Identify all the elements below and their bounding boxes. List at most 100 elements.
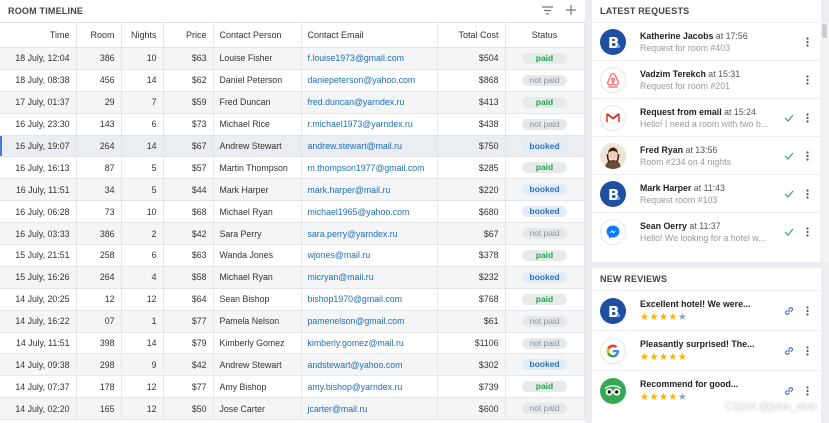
table-row[interactable]: 16 July, 19:07 264 14 $67 Andrew Stewart andr…: [0, 135, 585, 158]
cell-contact-email[interactable]: kimberly.gomez@mail.ru: [301, 332, 438, 355]
cell-contact-email[interactable]: f.louise1973@gmail.com: [301, 47, 438, 70]
table-row[interactable]: 14 July, 16:22 07 1 $77 Pamela Nelson pamenel…: [0, 310, 585, 333]
more-options-icon[interactable]: [801, 111, 813, 125]
more-options-icon[interactable]: [801, 187, 813, 201]
booking-icon: B: [600, 180, 626, 207]
requests-scrollbar[interactable]: [820, 22, 829, 262]
cell-contact-email[interactable]: wjones@mail.ru: [301, 244, 438, 267]
star-icon: ★: [649, 352, 659, 363]
cell-contact-email[interactable]: micryan@mail.ru: [301, 266, 438, 289]
scrollbar-thumb[interactable]: [822, 24, 827, 38]
more-options-icon[interactable]: [801, 73, 813, 87]
cell-contact-person: Michael Ryan: [213, 200, 302, 224]
panel-title: NEW REVIEWS: [600, 274, 668, 284]
table-row[interactable]: 16 July, 16:13 87 5 $57 Martin Thompson m.tho…: [0, 156, 585, 180]
table-row[interactable]: 14 July, 20:25 12 12 $64 Sean Bishop bishop19…: [0, 288, 585, 311]
room-timeline-table: Time Room Nights Price Contact Person Co…: [0, 22, 585, 421]
more-options-icon[interactable]: [801, 149, 813, 163]
column-header-contact-email[interactable]: Contact Email: [301, 22, 438, 48]
cell-contact-email[interactable]: m.thompson1977@gmail.com: [301, 156, 438, 180]
request-time: 11:37: [699, 220, 721, 231]
request-item[interactable]: B Mark Harper at 11:43 Request room #103: [592, 174, 821, 212]
column-header-nights[interactable]: Nights: [121, 22, 164, 48]
table-row[interactable]: 16 July, 06:28 73 10 $68 Michael Ryan michael…: [0, 200, 585, 224]
table-row[interactable]: 14 July, 07:37 178 12 $77 Amy Bishop amy.bish…: [0, 375, 585, 399]
tripadvisor-icon: [600, 377, 626, 404]
cell-time: 14 July, 09:38: [0, 353, 77, 377]
cell-contact-email[interactable]: pamenelson@gmail.com: [301, 310, 438, 333]
table-row[interactable]: 18 July, 12:04 386 10 $63 Louise Fisher f.lou…: [0, 47, 585, 70]
request-time: 17:56: [725, 30, 748, 41]
cell-contact-email[interactable]: mark.harper@mail.ru: [301, 178, 438, 202]
table-row[interactable]: 17 July, 01:37 29 7 $59 Fred Duncan fred.dunc…: [0, 91, 585, 114]
request-item[interactable]: B Katherine Jacobs at 17:56 Request for ro…: [592, 22, 821, 60]
star-icon: ★: [668, 312, 678, 323]
airbnb-icon: [600, 66, 626, 93]
new-reviews-header: NEW REVIEWS: [592, 268, 821, 290]
cell-contact-email[interactable]: amy.bishop@yarndex.ru: [301, 375, 438, 399]
table-row[interactable]: 16 July, 11:51 34 5 $44 Mark Harper mark.harp…: [0, 178, 585, 202]
column-header-contact-person[interactable]: Contact Person: [213, 22, 302, 48]
cell-nights: 9: [121, 353, 164, 377]
request-message: Request room #103: [640, 194, 718, 205]
link-icon[interactable]: [783, 345, 795, 357]
request-at: at: [689, 220, 697, 231]
more-options-icon[interactable]: [801, 304, 813, 318]
table-row[interactable]: 15 July, 21:51 258 6 $63 Wanda Jones wjones@m…: [0, 244, 585, 267]
column-header-room[interactable]: Room: [76, 22, 122, 48]
cell-contact-email[interactable]: r.michael1973@yarndex.ru: [301, 113, 438, 136]
table-row[interactable]: 14 July, 11:51 398 14 $79 Kimberly Gomez kimb…: [0, 332, 585, 355]
add-icon[interactable]: [565, 3, 577, 17]
cell-price: $62: [163, 69, 214, 92]
table-row[interactable]: 14 July, 09:38 298 9 $42 Andrew Stewart andst…: [0, 353, 585, 377]
cell-time: 16 July, 03:33: [0, 222, 77, 246]
filter-icon[interactable]: [541, 3, 553, 17]
new-reviews-panel: NEW REVIEWS B Excellent hotel! We were...…: [592, 268, 821, 423]
request-message: Room #234 on 4 nights: [640, 156, 731, 167]
column-header-total-cost[interactable]: Total Cost: [437, 22, 506, 48]
column-header-status[interactable]: Status: [505, 22, 585, 48]
review-item[interactable]: B Excellent hotel! We were... ★★★★★: [592, 290, 821, 330]
table-body: 18 July, 12:04 386 10 $63 Louise Fisher f.lou…: [0, 47, 585, 421]
table-row[interactable]: 16 July, 23:30 143 6 $73 Michael Rice r.micha…: [0, 113, 585, 136]
column-header-time[interactable]: Time: [0, 22, 77, 48]
check-icon: [783, 188, 795, 200]
request-item[interactable]: Sean Oerry at 11:37 Hello! We looking for…: [592, 212, 821, 250]
request-item[interactable]: Request from email at 15:24 Hello! I need…: [592, 98, 821, 136]
cell-contact-email[interactable]: michael1965@yahoo.com: [301, 200, 438, 224]
cell-contact-email[interactable]: andrew.stewart@mail.ru: [301, 135, 438, 158]
more-options-icon[interactable]: [801, 344, 813, 358]
reviews-list: B Excellent hotel! We were... ★★★★★ Pleasan…: [592, 290, 821, 410]
request-time: 15:24: [733, 106, 756, 117]
cell-contact-email[interactable]: andstewart@yahoo.com: [301, 353, 438, 377]
request-item[interactable]: Vadzim Terekch at 15:31 Request for room …: [592, 60, 821, 98]
table-row[interactable]: 18 July, 08:38 456 14 $62 Daniel Peterson dan…: [0, 69, 585, 92]
column-header-price[interactable]: Price: [163, 22, 214, 48]
cell-contact-email[interactable]: sara.perry@yarndex.ru: [301, 222, 438, 246]
cell-total-cost: $600: [437, 397, 506, 421]
cell-contact-email[interactable]: daniepeterson@yahoo.com: [301, 69, 438, 92]
watermark: CSDN @john_dwh: [724, 401, 818, 413]
more-options-icon[interactable]: [801, 384, 813, 398]
cell-contact-email[interactable]: jcarter@mail.ru: [301, 397, 438, 421]
table-row[interactable]: 16 July, 03:33 386 2 $42 Sara Perry sara.perr…: [0, 222, 585, 246]
link-icon[interactable]: [783, 305, 795, 317]
cell-contact-email[interactable]: bishop1970@gmail.com: [301, 288, 438, 311]
link-icon[interactable]: [783, 385, 795, 397]
status-badge: paid: [522, 96, 567, 108]
request-item[interactable]: Fred Ryan at 13:56 Room #234 on 4 nights: [592, 136, 821, 174]
table-row[interactable]: 15 July, 16:26 264 4 $58 Michael Ryan micryan…: [0, 266, 585, 289]
cell-status: booked: [505, 200, 585, 224]
request-sender: Fred Ryan: [640, 144, 684, 155]
cell-room: 29: [76, 91, 122, 114]
cell-contact-email[interactable]: fred.duncan@yarndex.ru: [301, 91, 438, 114]
cell-status: booked: [505, 353, 585, 377]
cell-price: $44: [163, 178, 214, 202]
cell-room: 398: [76, 332, 122, 355]
review-item[interactable]: Pleasantly surprised! The... ★★★★★: [592, 330, 821, 370]
more-options-icon[interactable]: [801, 225, 813, 239]
table-row[interactable]: 14 July, 02:20 165 12 $50 Jose Carter jcarter…: [0, 397, 585, 421]
cell-price: $50: [163, 397, 214, 421]
more-options-icon[interactable]: [801, 35, 813, 49]
status-badge: not paid: [522, 337, 567, 349]
